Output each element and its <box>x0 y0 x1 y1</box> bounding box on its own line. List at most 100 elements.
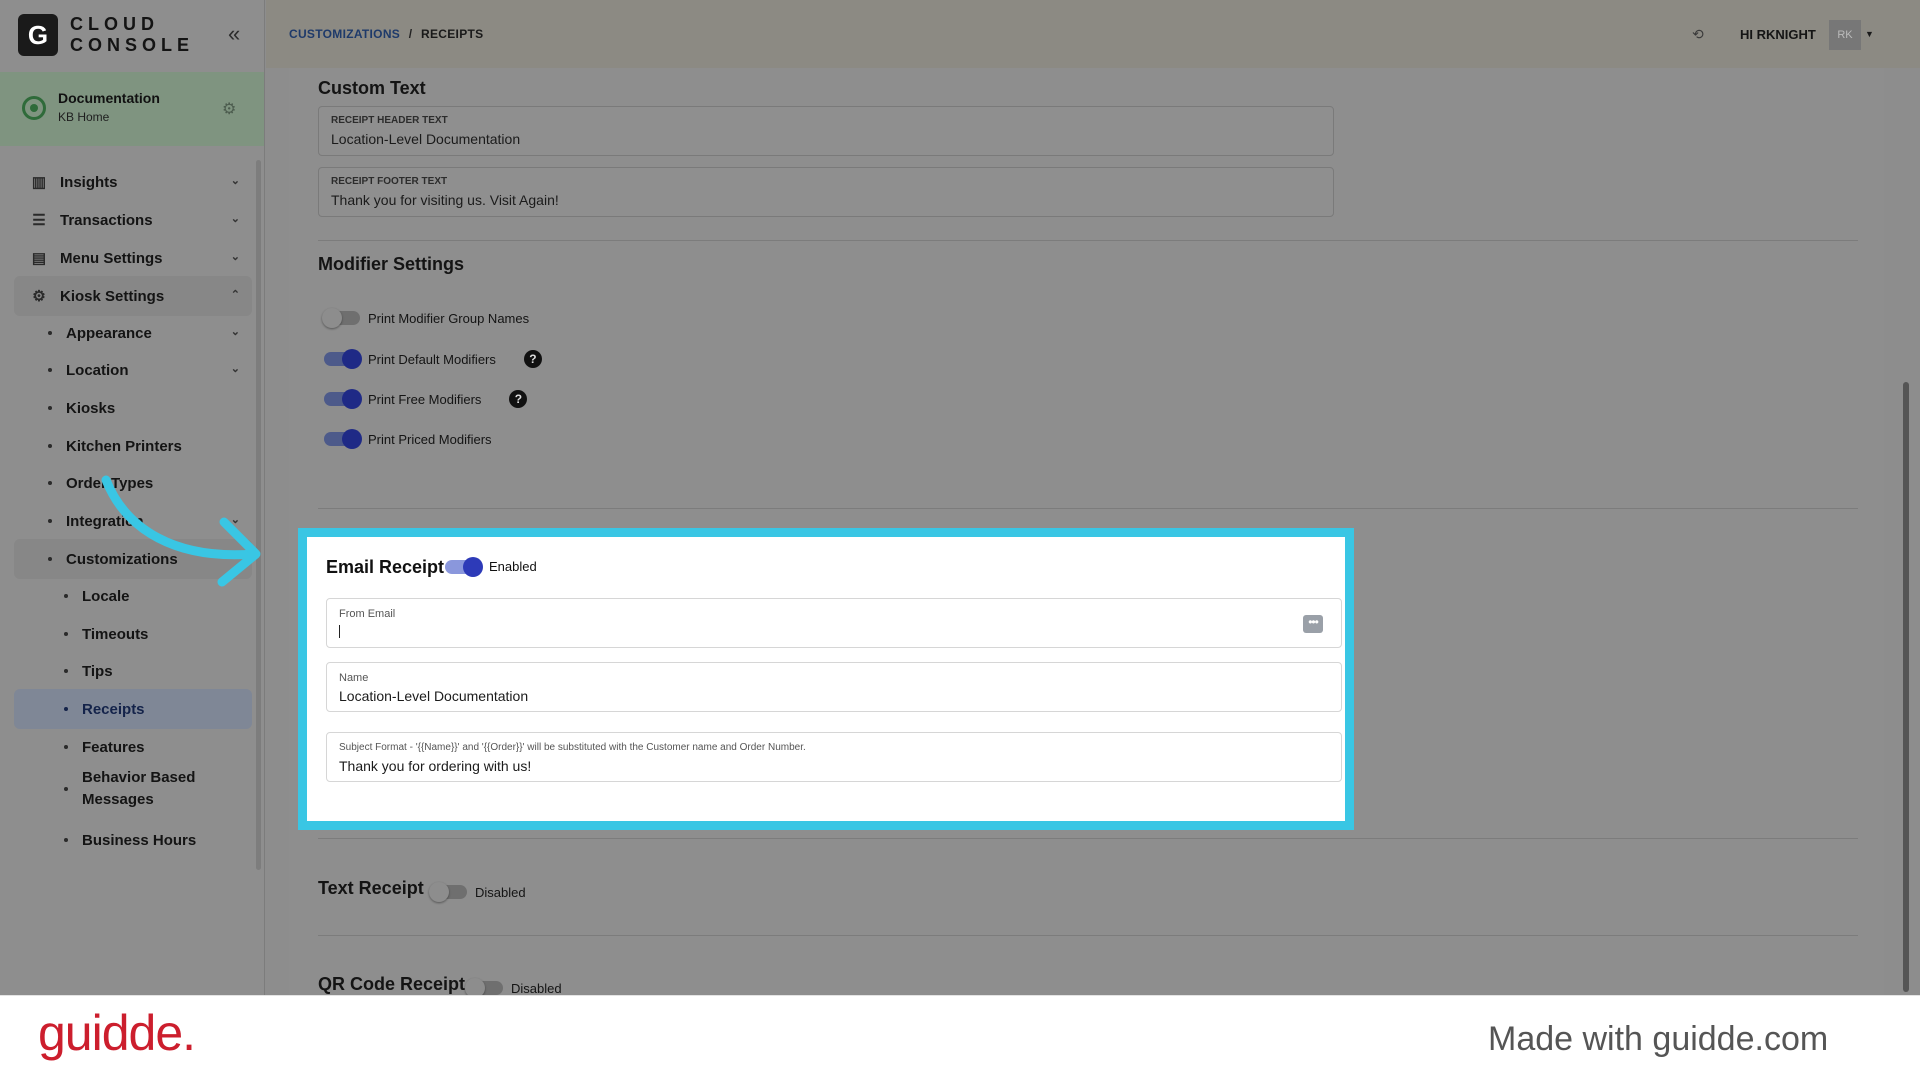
from-email-field[interactable]: From Email ••• <box>326 598 1342 648</box>
location-title: Documentation <box>58 90 160 106</box>
toggle-qr-code-receipt[interactable]: Disabled <box>465 976 562 995</box>
sidebar-item-kitchen-printers[interactable]: Kitchen Printers <box>14 426 252 466</box>
logo-line-1: CLOUD <box>70 14 159 34</box>
email-receipt-card: Email Receipt Enabled From Email ••• Nam… <box>298 528 1354 830</box>
location-subtitle: KB Home <box>58 110 110 124</box>
sidebar-item-label-line-1: Behavior Based <box>82 769 196 786</box>
bullet-icon <box>48 406 52 410</box>
top-bar: CUSTOMIZATIONS / RECEIPTS ⟲ HI RKNIGHT R… <box>266 0 1920 68</box>
sidebar-item-label: Features <box>82 738 145 756</box>
chevron-down-icon: ⌄ <box>230 363 240 375</box>
main-scrollbar[interactable] <box>1903 382 1909 992</box>
chevron-down-icon: ⌄ <box>230 326 240 338</box>
sidebar-item-label: Receipts <box>82 700 145 718</box>
bullet-icon <box>64 594 68 598</box>
email-receipt-title: Email Receipt <box>326 557 445 577</box>
field-value: Location-Level Documentation <box>331 131 521 147</box>
sidebar-item-receipts[interactable]: Receipts <box>14 689 252 729</box>
name-field[interactable]: Name Location-Level Documentation <box>326 662 1342 712</box>
user-greeting[interactable]: HI RKNIGHT <box>1740 27 1816 42</box>
toggle-switch[interactable] <box>324 349 362 369</box>
field-label: Name <box>339 672 369 684</box>
toggle-label: Print Free Modifiers <box>368 391 482 407</box>
app-logo[interactable]: G CLOUD CONSOLE <box>18 14 258 56</box>
subject-format-field[interactable]: Subject Format - '{{Name}}' and '{{Order… <box>326 732 1342 782</box>
sidebar-item-tips[interactable]: Tips <box>14 651 252 691</box>
breadcrumb-separator: / <box>408 27 413 41</box>
gear-icon[interactable]: ⚙ <box>222 99 236 119</box>
toggle-switch[interactable] <box>465 978 503 995</box>
toggle-email-receipt[interactable]: Enabled <box>445 556 537 577</box>
bullet-icon <box>64 632 68 636</box>
help-icon[interactable]: ? <box>523 350 542 368</box>
location-pin-icon <box>22 96 46 120</box>
toggle-print-default-modifiers[interactable]: Print Default Modifiers ? <box>324 347 542 371</box>
sidebar-item-label: Menu Settings <box>60 249 163 267</box>
logo-text: CLOUD CONSOLE <box>70 14 194 56</box>
toggle-print-priced-modifiers[interactable]: Print Priced Modifiers <box>324 427 492 451</box>
toggle-label: Enabled <box>489 559 537 574</box>
sidebar-item-transactions[interactable]: ☰ Transactions ⌄ <box>14 200 252 240</box>
receipt-footer-text-field[interactable]: RECEIPT FOOTER TEXT Thank you for visiti… <box>318 167 1334 217</box>
location-card[interactable]: Documentation KB Home ⚙ <box>0 72 264 146</box>
caret-down-icon[interactable]: ▼ <box>1865 29 1874 39</box>
breadcrumb-customizations[interactable]: CUSTOMIZATIONS <box>289 27 400 41</box>
sidebar-item-label-line-2: Messages <box>82 791 154 808</box>
bullet-icon <box>48 331 52 335</box>
sidebar-item-label: Kiosk Settings <box>60 287 165 305</box>
help-icon[interactable]: ? <box>509 390 528 408</box>
avatar[interactable]: RK <box>1829 20 1861 50</box>
bullet-icon <box>64 707 68 711</box>
bullet-icon <box>64 787 68 791</box>
sidebar-item-business-hours[interactable]: Business Hours <box>14 820 252 860</box>
logo-line-2: CONSOLE <box>70 35 195 55</box>
field-label: Subject Format - '{{Name}}' and '{{Order… <box>339 742 806 753</box>
field-value: Thank you for ordering with us! <box>339 758 532 774</box>
divider <box>318 508 1858 509</box>
sidebar-item-appearance[interactable]: Appearance ⌄ <box>14 313 252 353</box>
bullet-icon <box>48 368 52 372</box>
toggle-switch[interactable] <box>322 308 360 328</box>
toggle-label: Disabled <box>475 884 526 900</box>
sidebar-item-label: Appearance <box>66 324 152 342</box>
refresh-icon[interactable]: ⟲ <box>1692 26 1704 43</box>
guidde-logo[interactable]: guidde. <box>38 1004 196 1062</box>
toggle-switch[interactable] <box>324 389 362 409</box>
text-receipt-title: Text Receipt <box>318 878 424 898</box>
sidebar-item-location[interactable]: Location ⌄ <box>14 350 252 390</box>
sidebar-item-kiosk-settings[interactable]: ⚙ Kiosk Settings ⌃ <box>14 276 252 316</box>
sidebar-item-label: Kiosks <box>66 399 116 417</box>
chevron-down-icon: ⌄ <box>230 213 240 225</box>
sidebar-item-behavior-based-messages[interactable]: Behavior Based Messages <box>14 764 252 814</box>
menu-icon: ▤ <box>31 250 47 267</box>
bullet-icon <box>64 745 68 749</box>
sidebar-item-insights[interactable]: ▥ Insights ⌄ <box>14 162 252 202</box>
toggle-switch[interactable] <box>429 882 467 902</box>
field-label: RECEIPT FOOTER TEXT <box>331 176 448 187</box>
bullet-icon <box>48 557 52 561</box>
toggle-switch[interactable] <box>445 556 483 577</box>
toggle-text-receipt[interactable]: Disabled <box>429 880 526 904</box>
sidebar-item-label: Location <box>66 361 129 379</box>
sidebar-item-menu-settings[interactable]: ▤ Menu Settings ⌄ <box>14 238 252 278</box>
breadcrumb: CUSTOMIZATIONS / RECEIPTS <box>289 27 483 41</box>
sidebar-item-label: Timeouts <box>82 625 149 643</box>
logo-mark: G <box>18 14 58 56</box>
bullet-icon <box>64 838 68 842</box>
sidebar-item-features[interactable]: Features <box>14 727 252 767</box>
chart-icon: ▥ <box>31 174 47 191</box>
toggle-print-modifier-group-names[interactable]: Print Modifier Group Names <box>322 306 529 330</box>
chevron-up-icon: ⌃ <box>230 289 240 301</box>
collapse-sidebar-icon[interactable]: « <box>228 23 248 45</box>
sidebar-item-kiosks[interactable]: Kiosks <box>14 388 252 428</box>
more-options-icon[interactable]: ••• <box>1303 615 1323 633</box>
toggle-switch[interactable] <box>324 429 362 449</box>
toggle-print-free-modifiers[interactable]: Print Free Modifiers ? <box>324 387 528 411</box>
sidebar-item-timeouts[interactable]: Timeouts <box>14 614 252 654</box>
guidde-footer: guidde. Made with guidde.com <box>0 995 1920 1079</box>
made-with-text[interactable]: Made with guidde.com <box>1488 1020 1828 1059</box>
qr-code-receipt-title: QR Code Receipt <box>318 974 466 994</box>
receipt-header-text-field[interactable]: RECEIPT HEADER TEXT Location-Level Docum… <box>318 106 1334 156</box>
field-value: Thank you for visiting us. Visit Again! <box>331 192 559 208</box>
divider <box>318 935 1858 936</box>
